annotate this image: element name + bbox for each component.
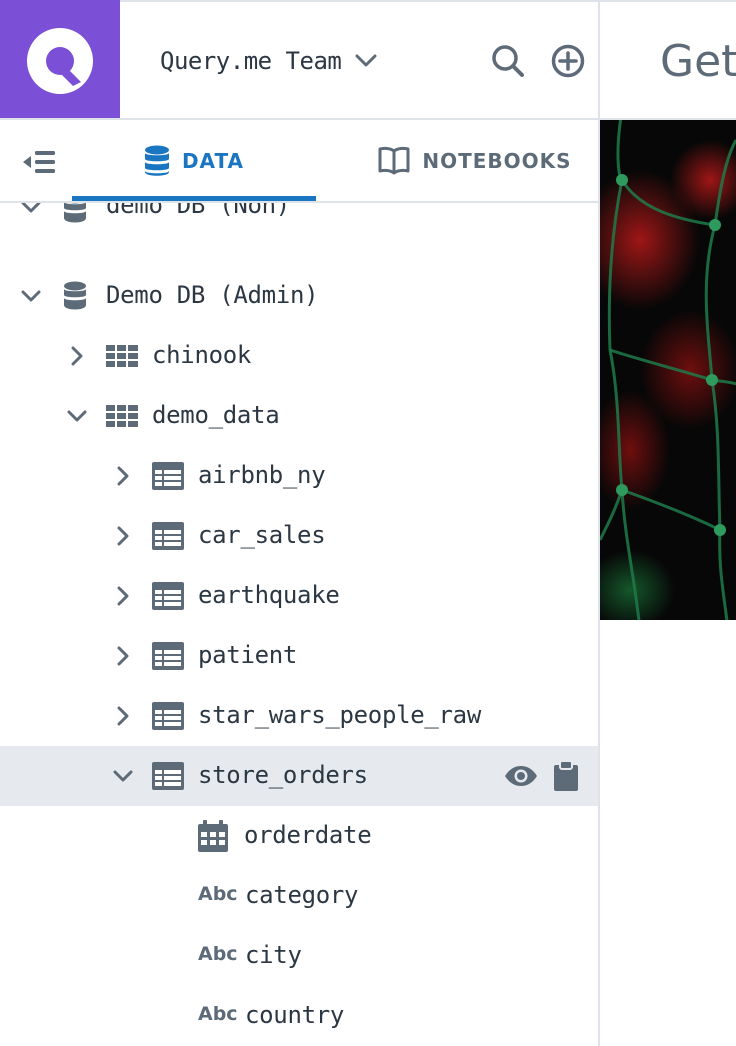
tree-item-table[interactable]: car_sales [0,506,598,566]
clipboard-icon [554,761,578,791]
search-icon [492,45,524,77]
tree-item-label: patient [198,641,298,669]
database-icon [63,203,87,224]
tree-item-table[interactable]: patient [0,626,598,686]
chevron-right-icon [112,585,134,607]
table-icon [152,762,184,790]
tree-item-label: demo_data [152,401,280,429]
tree-item-label: star_wars_people_raw [198,701,481,729]
table-icon [152,462,184,490]
tree-item-column[interactable]: orderdate [0,806,598,866]
tree-item-column[interactable]: Abc country [0,986,598,1046]
search-button[interactable] [491,44,525,78]
table-icon [152,642,184,670]
chevron-right-icon [112,705,134,727]
chevron-right-icon [112,465,134,487]
column-name: orderdate [244,821,372,849]
tree-item-column[interactable]: Abc category [0,866,598,926]
row-actions [504,746,578,806]
tree-item-label: demo DB (Non) [106,203,290,219]
app-logo[interactable] [0,0,120,118]
tree-item-table-selected[interactable]: store_orders [0,746,598,806]
add-button[interactable] [551,44,585,78]
team-selector[interactable]: Query.me Team [160,42,377,80]
text-type-icon: Abc [198,1003,238,1025]
tree-item-database[interactable]: demo DB (Non) [0,203,598,237]
collapse-sidebar-icon [23,151,55,173]
chevron-right-icon [112,645,134,667]
tree-item-label: earthquake [198,581,340,609]
query-me-logo-icon [27,28,93,94]
tree-item-label: airbnb_ny [198,461,326,489]
eye-icon [505,766,537,786]
tree-item-schema[interactable]: demo_data [0,386,598,446]
database-icon [144,145,169,176]
plus-circle-icon [551,44,585,78]
tree-item-label: Demo DB (Admin) [106,281,319,309]
column-name: city [245,941,302,969]
tree-item-table[interactable]: star_wars_people_raw [0,686,598,746]
tree-item-label: car_sales [198,521,326,549]
tree-item-database[interactable]: Demo DB (Admin) [0,266,598,326]
tab-notebooks-label: NOTEBOOKS [422,149,572,173]
tab-data[interactable]: DATA [72,120,316,202]
chevron-down-icon [112,765,134,787]
copy-button[interactable] [554,761,578,791]
table-icon [152,582,184,610]
calendar-icon [198,820,228,852]
text-type-icon: Abc [198,883,238,905]
text-type-icon: Abc [198,943,238,965]
chevron-right-icon [112,525,134,547]
column-name: country [245,1001,345,1029]
table-icon [152,702,184,730]
collapse-sidebar-button[interactable] [22,147,58,177]
tree-item-table[interactable]: earthquake [0,566,598,626]
chevron-right-icon [66,345,88,367]
chevron-down-icon [20,203,42,218]
chevron-down-icon [20,285,42,307]
data-tree: demo DB (Non) Demo DB (Admin) chinook de… [0,203,598,1046]
table-icon [152,522,184,550]
database-icon [63,281,87,311]
tree-item-schema[interactable]: chinook [0,326,598,386]
tab-notebooks[interactable]: NOTEBOOKS [372,120,578,202]
preview-button[interactable] [504,765,538,787]
hero-image [600,120,736,620]
schema-grid-icon [106,405,138,427]
schema-grid-icon [106,345,138,367]
chevron-down-icon [66,405,88,427]
tree-item-label: store_orders [198,761,368,789]
team-name: Query.me Team [160,47,342,75]
tree-item-label: chinook [152,341,252,369]
book-icon [378,146,410,175]
tab-data-label: DATA [181,149,245,173]
column-name: category [245,881,359,909]
page-title: Get [660,36,736,87]
tree-item-table[interactable]: airbnb_ny [0,446,598,506]
chevron-down-icon [355,54,377,68]
tree-item-column[interactable]: Abc city [0,926,598,986]
